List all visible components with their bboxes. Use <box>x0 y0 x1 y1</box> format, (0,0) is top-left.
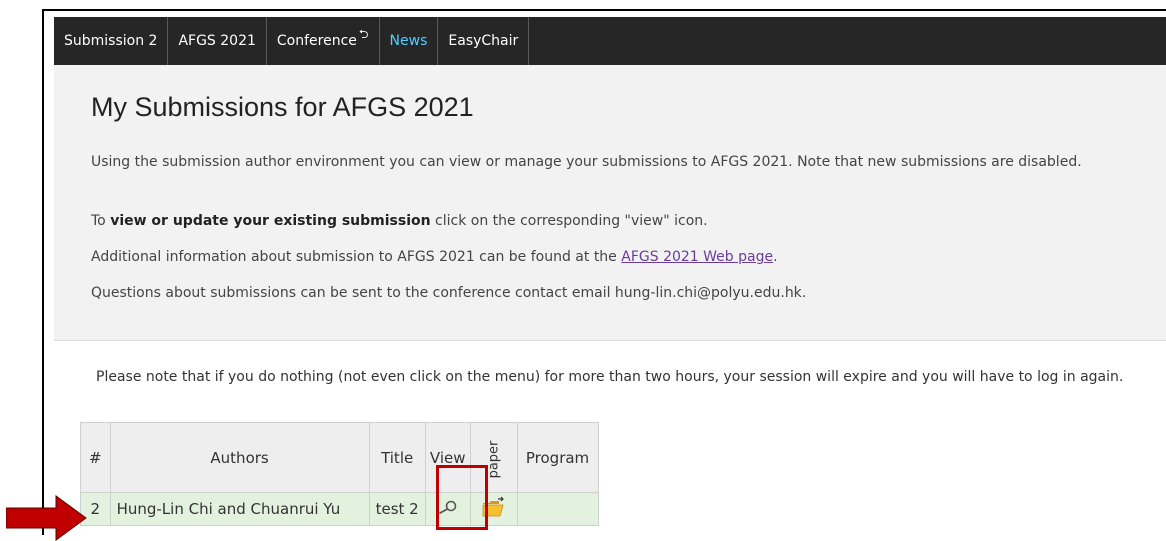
additional-info-suffix: . <box>773 249 778 265</box>
page-title: My Submissions for AFGS 2021 <box>91 92 474 122</box>
view-instruction-prefix: To <box>91 213 111 229</box>
col-header-program: Program <box>516 422 599 493</box>
info-panel: My Submissions for AFGS 2021 Using the s… <box>54 65 1166 341</box>
cell-authors: Hung-Lin Chi and Chuanrui Yu <box>109 492 370 526</box>
col-header-title: Title <box>368 422 426 493</box>
cell-title: test 2 <box>368 492 426 526</box>
menu-item-news[interactable]: News <box>380 17 439 65</box>
table-header-row: # Authors Title View paper Program <box>80 422 599 493</box>
additional-info: Additional information about submission … <box>91 247 1161 268</box>
session-note: Please note that if you do nothing (not … <box>96 369 1124 385</box>
table-row: 2 Hung-Lin Chi and Chuanrui Yu test 2 <box>80 492 599 526</box>
col-header-authors: Authors <box>109 422 370 493</box>
intro-paragraph: Using the submission author environment … <box>91 154 1082 170</box>
col-header-paper-label: paper <box>486 440 502 478</box>
menu-item-submission[interactable]: Submission 2 <box>54 17 169 65</box>
contact-info: Questions about submissions can be sent … <box>91 285 807 301</box>
additional-info-prefix: Additional information about submission … <box>91 249 622 265</box>
back-arrow-icon: ⮌ <box>358 26 369 41</box>
view-instruction: To view or update your existing submissi… <box>91 211 1161 232</box>
menu-item-conference[interactable]: Conference ⮌ <box>267 17 380 65</box>
col-header-number: # <box>80 422 111 493</box>
cell-program <box>516 492 599 526</box>
frame-border-top <box>42 9 1166 11</box>
menu-item-afgs[interactable]: AFGS 2021 <box>168 17 267 65</box>
submissions-table: # Authors Title View paper Program 2 Hun… <box>80 422 599 526</box>
top-menu-bar: Submission 2 AFGS 2021 Conference ⮌ News… <box>54 17 1166 65</box>
view-instruction-bold: view or update your existing submission <box>110 213 431 229</box>
menu-item-easychair[interactable]: EasyChair <box>438 17 530 65</box>
menu-item-conference-label: Conference <box>276 33 357 49</box>
afgs-web-page-link[interactable]: AFGS 2021 Web page <box>621 249 773 265</box>
frame-border-left <box>42 9 44 535</box>
view-highlight-box <box>436 465 488 530</box>
red-arrow-icon <box>6 495 87 541</box>
view-instruction-suffix: click on the corresponding "view" icon. <box>430 213 708 229</box>
